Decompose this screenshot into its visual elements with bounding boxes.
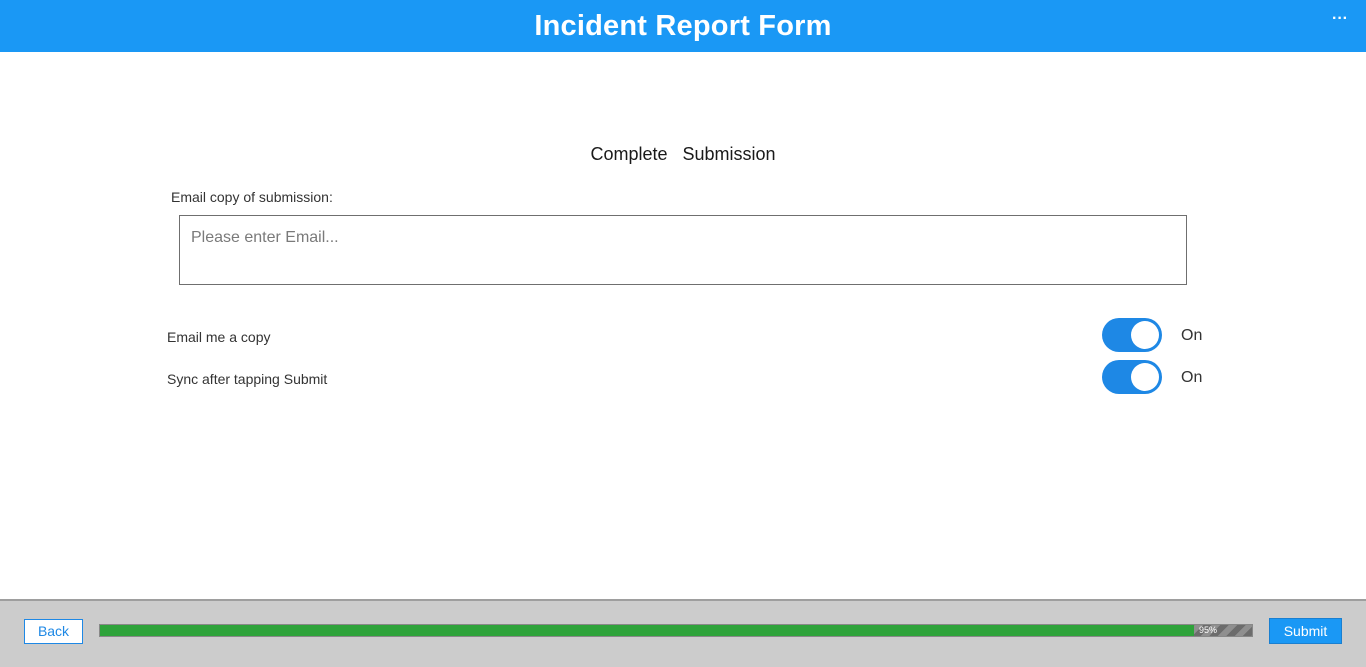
progress-percent: 95% bbox=[1199, 625, 1218, 635]
email-me-copy-state: On bbox=[1181, 327, 1203, 344]
sync-after-submit-state: On bbox=[1181, 369, 1203, 386]
email-copy-label: Email copy of submission: bbox=[171, 189, 333, 205]
page-title: Incident Report Form bbox=[534, 10, 832, 42]
footer-bar: Back 95% Submit bbox=[0, 599, 1366, 667]
app-header: Incident Report Form ··· bbox=[0, 0, 1366, 52]
sync-after-submit-toggle[interactable] bbox=[1102, 360, 1162, 394]
email-me-copy-toggle[interactable] bbox=[1102, 318, 1162, 352]
email-me-copy-label: Email me a copy bbox=[167, 329, 271, 345]
submit-button[interactable]: Submit bbox=[1269, 618, 1342, 644]
more-horizontal-icon[interactable]: ··· bbox=[1332, 10, 1348, 28]
section-title: Complete Submission bbox=[590, 144, 776, 164]
toggle-knob bbox=[1131, 321, 1159, 349]
progress-bar bbox=[99, 624, 1253, 637]
email-field[interactable] bbox=[179, 215, 1187, 285]
toggle-knob bbox=[1131, 363, 1159, 391]
sync-after-submit-label: Sync after tapping Submit bbox=[167, 371, 328, 387]
progress-fill bbox=[100, 625, 1195, 636]
back-button[interactable]: Back bbox=[24, 619, 83, 644]
